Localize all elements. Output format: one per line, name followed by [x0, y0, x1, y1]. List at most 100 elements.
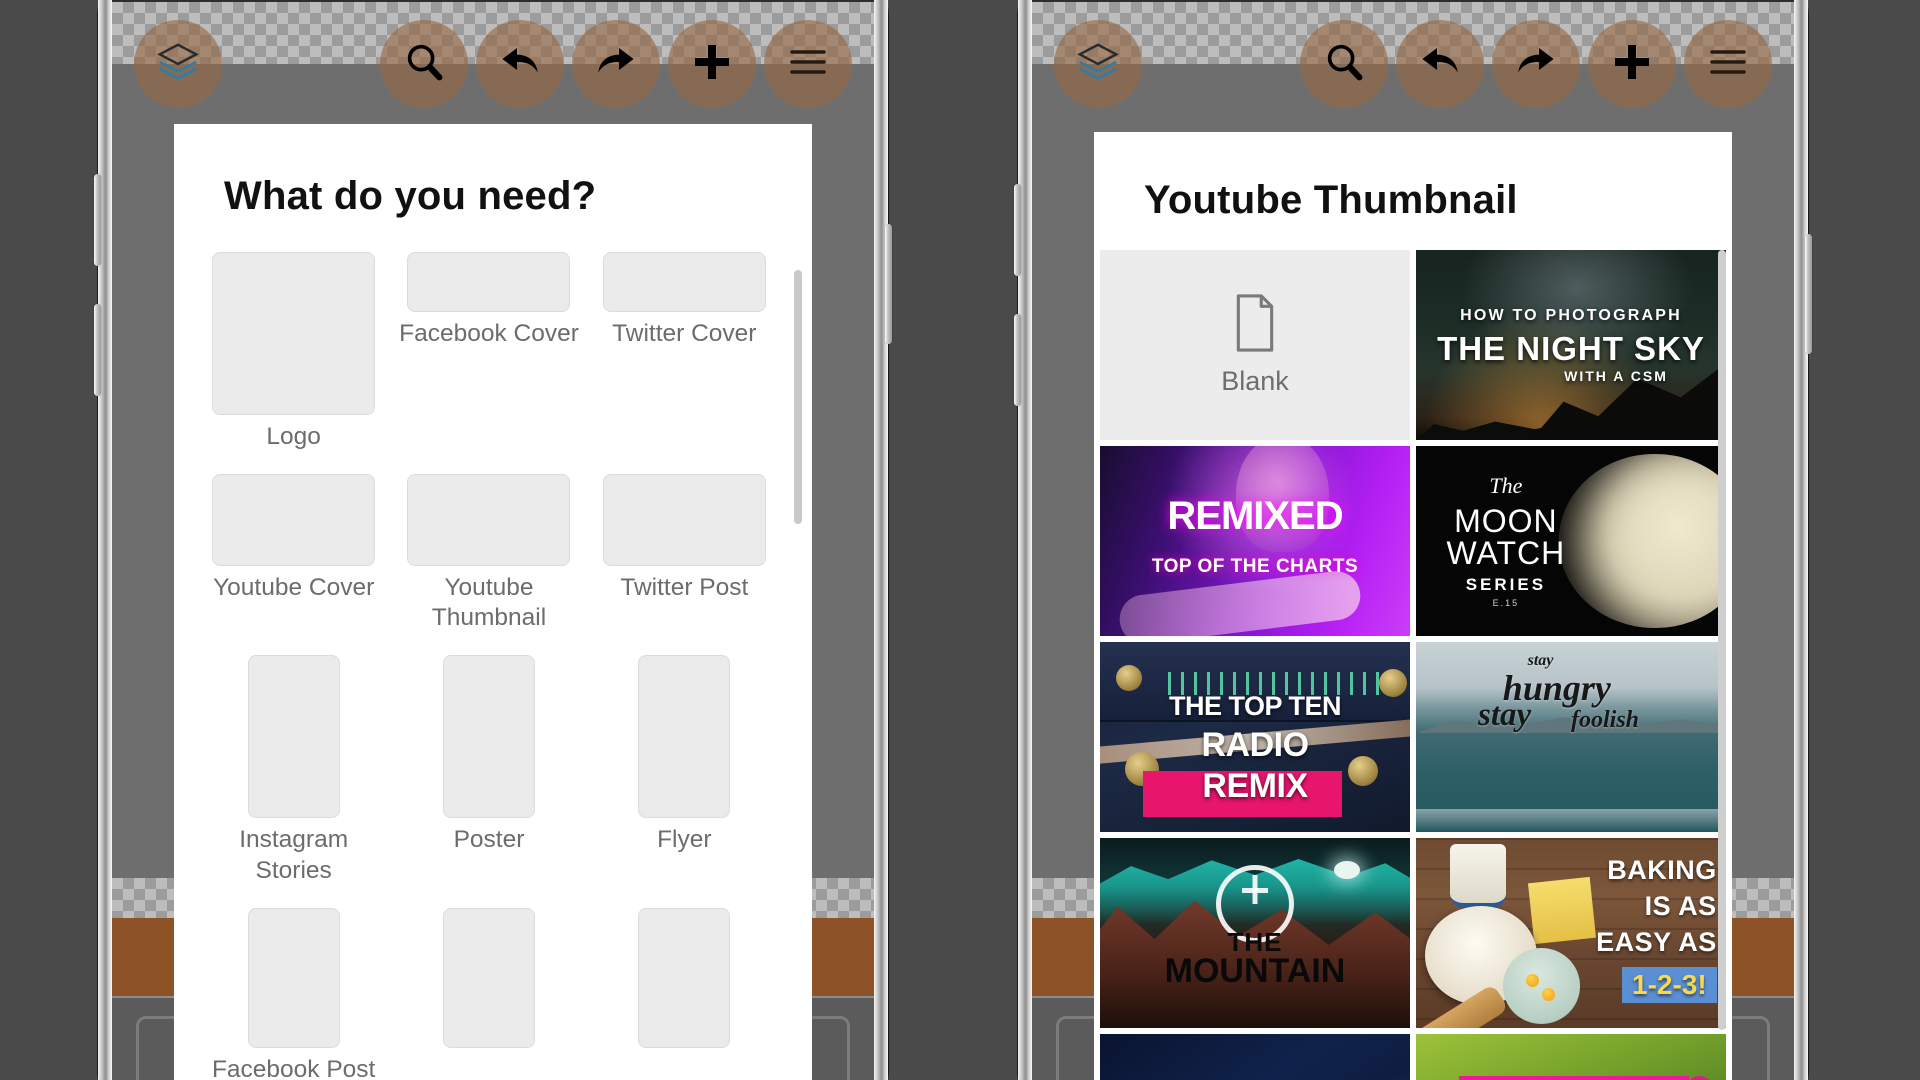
milk-jug [1450, 843, 1506, 909]
template-thumb-placeholder[interactable] [442, 655, 535, 819]
redo-button-2[interactable] [1492, 20, 1580, 108]
template-thumb-placeholder[interactable] [247, 655, 340, 819]
undo-button-2[interactable] [1396, 20, 1484, 108]
thumbnail-text-line: stay [1478, 697, 1532, 734]
volume-button-upper-2[interactable] [1014, 184, 1021, 276]
template-item[interactable]: Youtube Cover [196, 474, 391, 633]
thumbnail-grid[interactable]: Blank HOW TO PHOTOGRAPH THE NIGHT SKY WITH … [1094, 250, 1732, 1080]
thumbnail-item-flowers[interactable] [1416, 1034, 1726, 1080]
template-label: Twitter Post [620, 574, 749, 602]
thumbnail-item-stay-hungry[interactable]: stay hungry stay foolish [1416, 642, 1726, 832]
undo-button[interactable] [476, 20, 564, 108]
phone-screen-right: Youtube Thumbnail Blank HOW TO PHOTOGRAPH… [1032, 2, 1794, 1080]
phone-bezel-right-2 [1794, 0, 1808, 1080]
wave-foam [1416, 809, 1726, 832]
blank-label: Blank [1221, 366, 1289, 396]
phone-bezel-left-2 [1018, 0, 1032, 1080]
template-item[interactable]: Twitter Post [587, 474, 782, 633]
thumbnail-item-baking[interactable]: BAKING IS AS EASY AS 1-2-3! [1416, 838, 1726, 1028]
template-item[interactable]: Facebook Post [196, 907, 391, 1080]
volume-button-lower[interactable] [94, 304, 101, 396]
thumbnail-text-line: E.15 [1492, 598, 1520, 608]
thumbnail-item-remixed[interactable]: REMIXED TOP OF THE CHARTS [1100, 446, 1410, 636]
thumbnail-item-blank[interactable]: Blank [1100, 250, 1410, 440]
thumbnail-text-line: EASY AS [1596, 927, 1717, 958]
thumbnail-picker-sheet: Youtube Thumbnail Blank HOW TO PHOTOGRAPH… [1094, 132, 1732, 1080]
template-grid[interactable]: Logo Facebook Cover Twitter Cover Youtube C… [174, 252, 812, 1080]
undo-icon [496, 38, 544, 91]
template-item[interactable]: Flyer [587, 655, 782, 885]
phone-bezel-right [874, 0, 888, 1080]
thumbnail-text-line: HOW TO PHOTOGRAPH [1460, 307, 1682, 324]
scrollbar-vertical[interactable] [794, 270, 802, 524]
search-button-2[interactable] [1300, 20, 1388, 108]
editor-toolbar-left [112, 2, 874, 126]
template-item[interactable]: Instagram Stories [196, 655, 391, 885]
power-button[interactable] [885, 224, 892, 344]
add-icon [1608, 38, 1656, 91]
thumbnail-text-line: MOUNTAIN [1164, 952, 1346, 990]
template-thumb-placeholder[interactable] [407, 252, 571, 312]
template-thumb-placeholder[interactable] [602, 252, 766, 312]
document-icon [1230, 293, 1280, 358]
search-icon [401, 39, 447, 90]
template-thumb-placeholder[interactable] [638, 655, 731, 819]
template-item[interactable]: Twitter Cover [587, 252, 782, 452]
add-button-2[interactable] [1588, 20, 1676, 108]
thumbnail-text-line: foolish [1571, 706, 1640, 733]
thumbnail-text-line: REMIXED [1167, 493, 1343, 538]
volume-button-lower-2[interactable] [1014, 314, 1021, 406]
template-item[interactable] [391, 907, 586, 1080]
volume-button-upper[interactable] [94, 174, 101, 266]
thumbnail-text-line: THE NIGHT SKY [1437, 329, 1705, 367]
template-item[interactable]: Facebook Cover [391, 252, 586, 452]
template-item[interactable]: Youtube Thumbnail [391, 474, 586, 633]
power-button-2[interactable] [1805, 234, 1812, 354]
layers-button[interactable] [134, 20, 222, 108]
template-thumb-placeholder[interactable] [212, 252, 376, 415]
search-button[interactable] [380, 20, 468, 108]
moon-image [1558, 453, 1726, 629]
arm-shape [1116, 568, 1363, 636]
template-item[interactable]: Logo [196, 252, 391, 452]
thumbnail-item-the-mountain[interactable]: THE MOUNTAIN [1100, 838, 1410, 1028]
phone-screen-left: What do you need? Logo Facebook Cover Twit… [112, 2, 874, 1080]
add-button[interactable] [668, 20, 756, 108]
template-item[interactable] [587, 907, 782, 1080]
template-label: Twitter Cover [612, 320, 757, 347]
template-label: Facebook Post [211, 1055, 376, 1080]
page-title-2: Youtube Thumbnail [1144, 178, 1518, 222]
template-item[interactable]: Poster [391, 655, 586, 885]
thumbnail-text-line: TOP OF THE CHARTS [1151, 556, 1359, 578]
thumbnail-item-night-sky[interactable]: HOW TO PHOTOGRAPH THE NIGHT SKY WITH A CSM [1416, 250, 1726, 440]
egg-bowl [1502, 948, 1581, 1025]
menu-button-2[interactable] [1684, 20, 1772, 108]
thumbnail-item-moon-watch[interactable]: The MOON WATCH SERIES E.15 [1416, 446, 1726, 636]
phone-bezel-left [98, 0, 112, 1080]
undo-icon [1416, 38, 1464, 91]
template-label: Poster [453, 826, 525, 854]
radio-knob [1115, 664, 1142, 691]
template-thumb-placeholder[interactable] [212, 474, 376, 567]
search-icon [1321, 39, 1367, 90]
thumbnail-text-line: RADIO [1201, 725, 1309, 764]
menu-button[interactable] [764, 20, 852, 108]
layers-button-2[interactable] [1054, 20, 1142, 108]
thumbnail-text-line: 1-2-3! [1622, 967, 1717, 1004]
editor-toolbar-right [1032, 2, 1794, 126]
template-thumb-placeholder[interactable] [247, 907, 340, 1048]
thumbnail-item-galaxy[interactable] [1100, 1034, 1410, 1080]
redo-icon [1512, 38, 1560, 91]
phone-mockup-right: Youtube Thumbnail Blank HOW TO PHOTOGRAPH… [1014, 0, 1812, 1080]
thumbnail-item-radio-remix[interactable]: THE TOP TEN RADIO REMIX [1100, 642, 1410, 832]
scrollbar-vertical-2[interactable] [1718, 250, 1726, 1030]
moon-glow [1334, 860, 1361, 879]
template-thumb-placeholder[interactable] [638, 907, 731, 1048]
template-label: Instagram Stories [239, 826, 349, 884]
thumbnail-text-line: The [1489, 472, 1523, 498]
template-thumb-placeholder[interactable] [407, 474, 571, 567]
menu-icon [784, 38, 832, 91]
redo-button[interactable] [572, 20, 660, 108]
template-thumb-placeholder[interactable] [442, 907, 535, 1048]
template-thumb-placeholder[interactable] [602, 474, 766, 567]
